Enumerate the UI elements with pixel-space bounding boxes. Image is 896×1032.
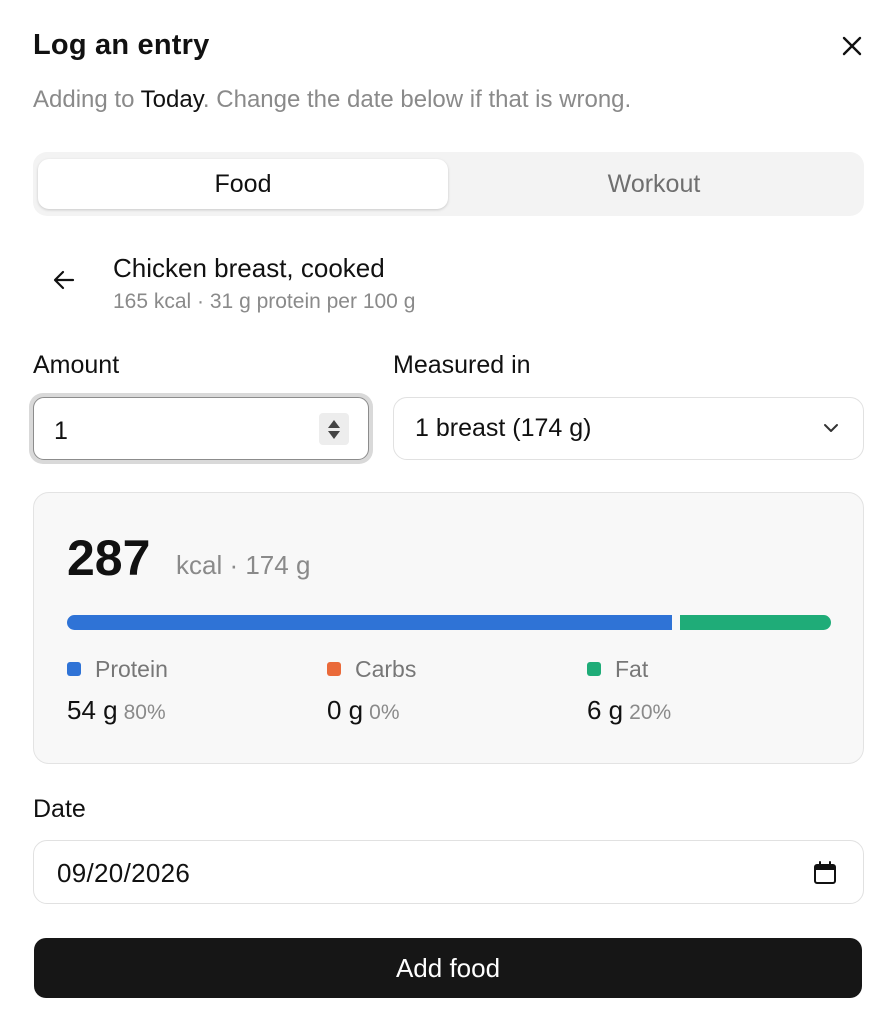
macro-percent: 20% [629,701,672,724]
amount-input[interactable]: 1 [33,397,369,460]
calendar-icon[interactable] [812,860,838,886]
macro-name: Fat [615,655,649,682]
subtitle-today: Today [140,86,203,113]
close-button[interactable] [836,30,868,62]
stepper-down-icon[interactable] [328,430,340,439]
add-food-button[interactable]: Add food [34,938,862,998]
subtitle-suffix: . Change the date below if that is wrong… [202,86,632,113]
macro-grams: 0 g [327,695,364,725]
macro-percent: 0% [369,701,400,724]
log-entry-dialog: Log an entry Adding to Today. Change the… [0,0,896,1032]
macro-carbs: Carbs 0 g 0% [327,655,416,726]
chevron-down-icon [824,424,838,432]
macro-bar-protein [67,615,672,630]
measured-in-label: Measured in [393,351,531,379]
date-label: Date [33,795,86,823]
kcal-unit: kcal · 174 g [176,550,311,580]
macro-percent: 80% [123,701,166,724]
macro-fat: Fat 6 g 20% [587,655,671,726]
dialog-subtitle: Adding to Today. Change the date below i… [33,86,631,114]
macro-bar-fat [679,615,831,630]
close-icon [842,36,862,56]
amount-label: Amount [33,351,120,379]
macro-name: Carbs [355,655,417,682]
entry-type-tabs: Food Workout [33,152,864,216]
kcal-total: 287 [67,530,151,586]
amount-stepper[interactable] [319,413,349,445]
macro-grams: 54 g [67,695,118,725]
macro-name: Protein [95,655,168,682]
arrow-left-icon [53,270,75,290]
carbs-color-dot [327,662,341,676]
macro-bar [67,615,831,630]
macro-grams: 6 g [587,695,624,725]
food-nutrition-meta: 165 kcal · 31 g protein per 100 g [113,290,416,313]
subtitle-prefix: Adding to [33,86,141,113]
measured-in-select[interactable]: 1 breast (174 g) [393,397,864,460]
dialog-title: Log an entry [33,29,210,61]
tab-workout[interactable]: Workout [449,159,859,209]
fat-color-dot [587,662,601,676]
measured-in-value: 1 breast (174 g) [415,414,592,442]
stepper-up-icon[interactable] [328,419,340,428]
amount-value: 1 [54,417,68,445]
back-button[interactable] [46,262,82,298]
macro-protein: Protein 54 g 80% [67,655,168,726]
tab-food[interactable]: Food [38,159,448,209]
protein-color-dot [67,662,81,676]
date-input[interactable]: 09/20/2026 [33,840,864,904]
amount-focus-ring: 1 [29,393,373,464]
nutrition-summary-card: 287 kcal · 174 g Protein 54 g 80% Carbs 0… [33,492,864,764]
date-value: 09/20/2026 [57,858,191,888]
food-name: Chicken breast, cooked [113,253,385,283]
